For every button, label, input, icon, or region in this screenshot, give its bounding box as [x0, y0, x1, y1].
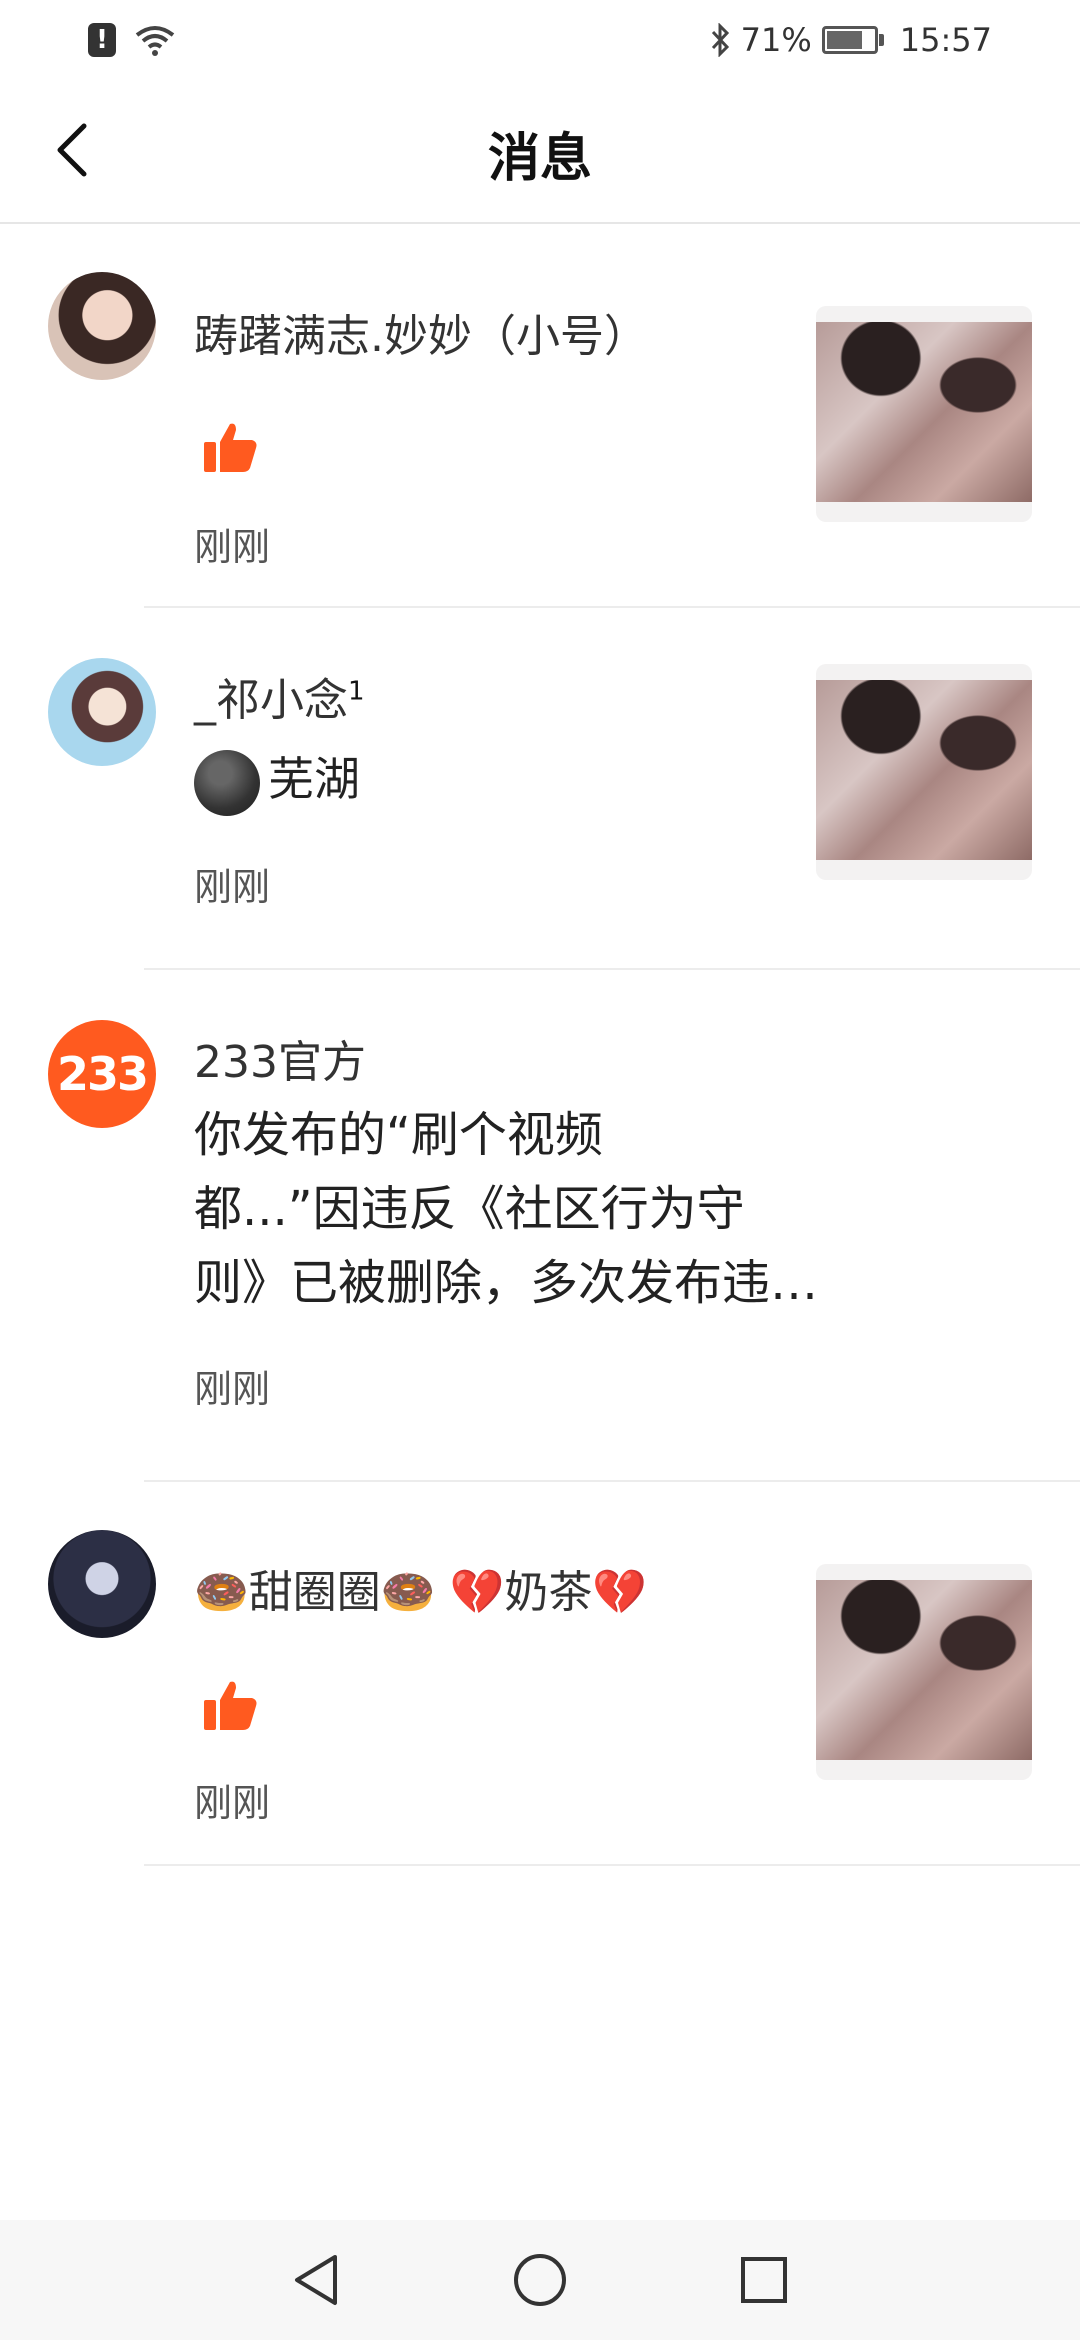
messages-page: ! 71% 15:57 消息 踌躇满志.妙妙（小号） 刚刚 _祁小念1 芜湖 刚… — [0, 0, 1080, 2340]
bluetooth-icon — [711, 23, 729, 57]
thumbnail-image — [816, 680, 1032, 860]
thumbs-up-icon — [204, 1681, 257, 1730]
divider — [144, 1864, 1080, 1866]
battery-percent: 71% — [740, 21, 812, 59]
thumbnail-image — [816, 322, 1032, 502]
post-thumbnail[interactable] — [816, 306, 1032, 522]
status-bar: ! 71% 15:57 — [0, 0, 1080, 80]
message-list: 踌躇满志.妙妙（小号） 刚刚 _祁小念1 芜湖 刚刚 233 233官方 你发布… — [0, 226, 1080, 1866]
avatar[interactable]: 233 — [48, 1020, 156, 1128]
message-content: 你发布的“刷个视频 都...”因违反《社区行为守 则》已被删除，多次发布违… — [194, 1098, 994, 1320]
message-content-text: 芜湖 — [268, 752, 360, 806]
nav-recents-button[interactable] — [732, 2248, 796, 2312]
avatar[interactable] — [48, 272, 156, 380]
message-item[interactable]: 踌躇满志.妙妙（小号） 刚刚 — [0, 226, 1080, 608]
home-circle-icon — [514, 2254, 566, 2306]
message-item[interactable]: 🍩甜圈圈🍩 💔奶茶💔 刚刚 — [0, 1482, 1080, 1866]
message-time: 刚刚 — [194, 865, 271, 909]
message-time: 刚刚 — [194, 1781, 271, 1825]
page-title: 消息 — [487, 129, 592, 189]
avatar[interactable] — [48, 658, 156, 766]
battery-level — [826, 31, 863, 49]
wifi-icon — [135, 26, 175, 56]
sender-name[interactable]: 🍩甜圈圈🍩 💔奶茶💔 — [194, 1556, 647, 1620]
message-time: 刚刚 — [194, 525, 271, 569]
message-time: 刚刚 — [194, 1367, 271, 1411]
battery-icon — [821, 26, 884, 54]
nav-home-button[interactable] — [508, 2248, 572, 2312]
message-content: 芜湖 — [194, 742, 360, 816]
post-thumbnail[interactable] — [816, 1564, 1032, 1780]
message-line: 都...”因违反《社区行为守 — [194, 1181, 745, 1237]
alert-icon: ! — [88, 23, 116, 57]
system-nav-bar — [0, 2220, 1080, 2340]
moon-face-emoji — [194, 749, 260, 816]
message-line: 你发布的“刷个视频 — [194, 1107, 603, 1163]
recents-square-icon — [741, 2257, 787, 2303]
message-item[interactable]: _祁小念1 芜湖 刚刚 — [0, 608, 1080, 970]
avatar-text: 233 — [56, 1047, 149, 1101]
status-right: 71% 15:57 — [709, 21, 992, 59]
sender-name[interactable]: 踌躇满志.妙妙（小号） — [194, 300, 648, 364]
thumbnail-image — [816, 1580, 1032, 1760]
status-left: ! — [88, 23, 176, 57]
sender-name[interactable]: 233官方 — [194, 1026, 366, 1090]
post-thumbnail[interactable] — [816, 664, 1032, 880]
clock: 15:57 — [899, 21, 992, 59]
header: 消息 — [0, 80, 1080, 224]
back-triangle-icon — [295, 2255, 337, 2305]
message-line: 则》已被删除，多次发布违… — [194, 1255, 819, 1311]
avatar[interactable] — [48, 1530, 156, 1638]
sender-name-text: _祁小念 — [194, 675, 348, 726]
sender-name[interactable]: _祁小念1 — [194, 664, 365, 728]
sender-badge: 1 — [348, 676, 365, 707]
nav-back-button[interactable] — [284, 2248, 348, 2312]
thumbs-up-icon — [204, 423, 257, 472]
message-item[interactable]: 233 233官方 你发布的“刷个视频 都...”因违反《社区行为守 则》已被删… — [0, 970, 1080, 1482]
